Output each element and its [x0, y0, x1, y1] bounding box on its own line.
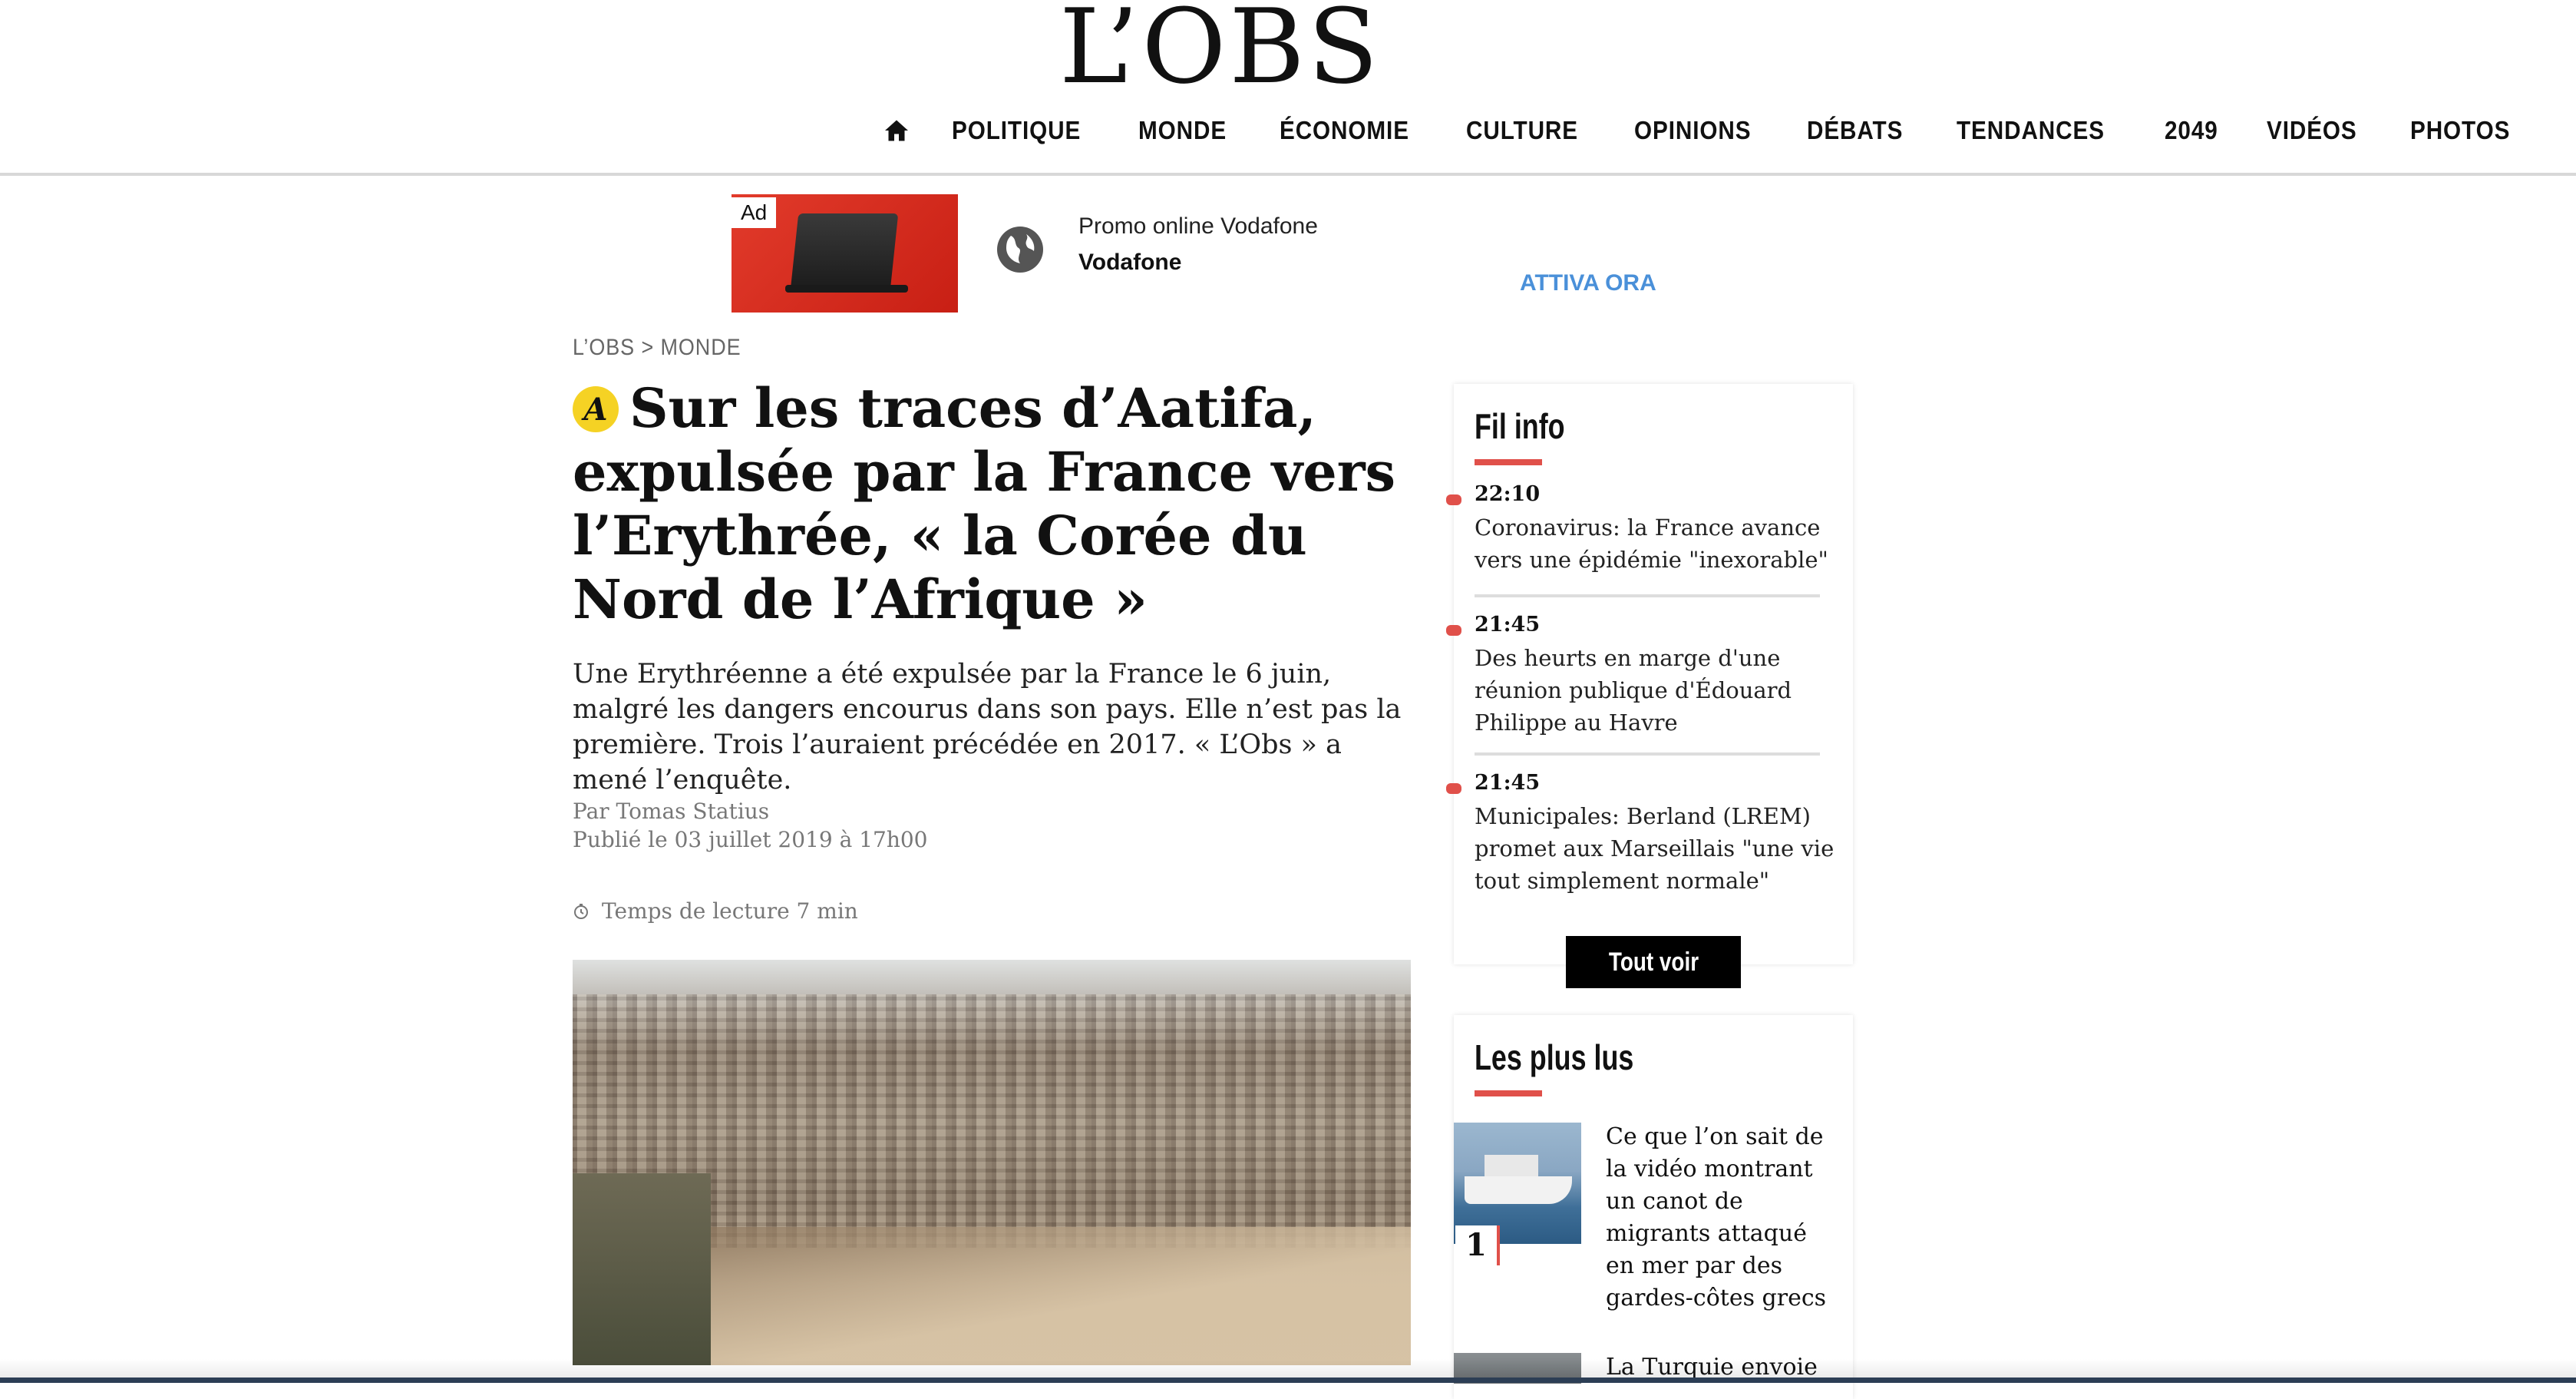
- tout-voir-label: Tout voir: [1608, 947, 1699, 977]
- nav-item-economie[interactable]: ÉCONOMIE: [1280, 116, 1409, 145]
- nav-item-photos[interactable]: PHOTOS: [2410, 116, 2510, 145]
- main-nav: POLITIQUE MONDE ÉCONOMIE CULTURE OPINION…: [883, 107, 2564, 154]
- title-underline: [1475, 459, 1542, 465]
- router-base: [785, 285, 908, 293]
- ad-badge: Ad: [732, 197, 777, 228]
- nav-item-tendances[interactable]: TENDANCES: [1957, 116, 2105, 145]
- reading-time-label: Temps de lecture 7 min: [602, 898, 858, 924]
- tout-voir-button[interactable]: Tout voir: [1566, 936, 1741, 988]
- nav-item-videos[interactable]: VIDÉOS: [2267, 116, 2357, 145]
- clock-icon: [574, 903, 588, 919]
- nav-item-monde[interactable]: MONDE: [1138, 116, 1227, 145]
- nav-item-culture[interactable]: CULTURE: [1466, 116, 1578, 145]
- most-read-rank: 1: [1455, 1225, 1500, 1265]
- article-publish-date: Publié le 03 juillet 2019 à 17h00: [573, 827, 928, 852]
- bullet-dot: [1446, 625, 1461, 636]
- news-divider: [1475, 594, 1820, 597]
- fil-info-title[interactable]: Fil info: [1475, 405, 1565, 447]
- fil-info-card: Fil info 22:10 Coronavirus: la France av…: [1446, 384, 1853, 988]
- nav-item-2049[interactable]: 2049: [2165, 116, 2218, 145]
- router-image: [790, 213, 899, 290]
- article-lead: Une Erythréenne a été expulsée par la Fr…: [573, 659, 1402, 795]
- news-time: 21:45: [1475, 613, 1541, 637]
- news-time: 21:45: [1475, 771, 1541, 795]
- site-logo[interactable]: L’OBS: [1059, 0, 1382, 98]
- news-time: 22:10: [1475, 482, 1541, 506]
- news-divider: [1475, 752, 1820, 756]
- hero-wall: [573, 1173, 711, 1365]
- article-hero-image: [573, 960, 1411, 1365]
- window-bottom-edge: [0, 1378, 2576, 1383]
- most-read-title[interactable]: Ce que l’on sait de la vidéo montrant un…: [1606, 1121, 1828, 1315]
- article-headline: Sur les traces d’Aatifa, expulsée par la…: [573, 376, 1396, 631]
- header-divider: [0, 173, 2576, 176]
- nav-item-debats[interactable]: DÉBATS: [1807, 116, 1903, 145]
- reading-time: Temps de lecture 7 min: [573, 898, 858, 924]
- bullet-dot: [1446, 494, 1461, 505]
- ad-cta-button[interactable]: ATTIVA ORA: [1520, 270, 1656, 296]
- globe-icon: [997, 227, 1043, 273]
- news-text[interactable]: Des heurts en marge d'une réunion publiq…: [1475, 642, 1835, 739]
- ad-brand[interactable]: Vodafone: [1078, 250, 1181, 276]
- home-icon[interactable]: [883, 117, 913, 144]
- les-plus-lus-card: Les plus lus 1 Ce que l’on sait de la vi…: [1454, 1015, 1853, 1399]
- nav-item-opinions[interactable]: OPINIONS: [1634, 116, 1751, 145]
- les-plus-lus-title[interactable]: Les plus lus: [1475, 1037, 1633, 1078]
- news-text[interactable]: Municipales: Berland (LREM) promet aux M…: [1475, 800, 1835, 897]
- nav-item-politique[interactable]: POLITIQUE: [952, 116, 1081, 145]
- breadcrumb[interactable]: L’OBS > MONDE: [573, 335, 741, 361]
- ad-title[interactable]: Promo online Vodafone: [1078, 213, 1318, 240]
- boat-hull: [1465, 1176, 1572, 1204]
- window-shadow: [0, 1359, 2576, 1378]
- bullet-dot: [1446, 783, 1461, 794]
- news-text[interactable]: Coronavirus: la France avance vers une é…: [1475, 511, 1835, 576]
- article-byline[interactable]: Par Tomas Statius: [573, 799, 769, 824]
- title-underline: [1475, 1090, 1542, 1096]
